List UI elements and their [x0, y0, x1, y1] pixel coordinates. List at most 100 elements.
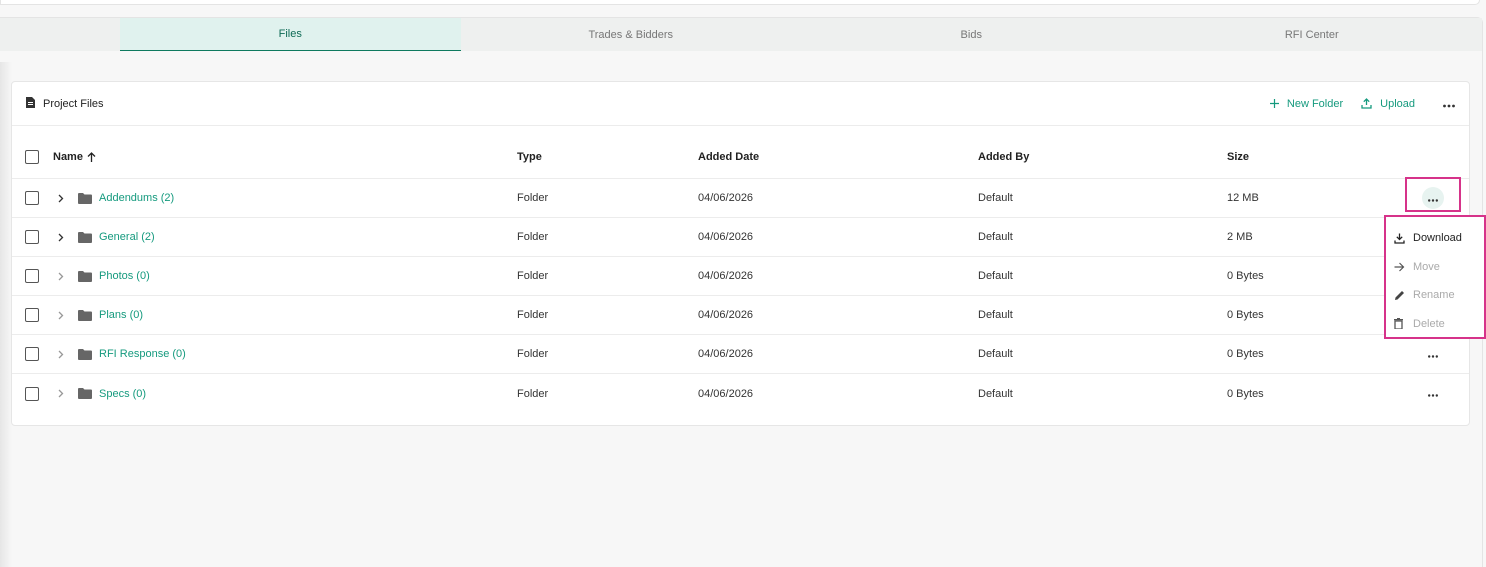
table-row[interactable]: RFI Response (0) Folder 04/06/2026 Defau…: [12, 335, 1469, 374]
folder-icon: [78, 388, 92, 399]
folder-name-link[interactable]: Addendums (2): [99, 192, 174, 204]
more-horizontal-icon: [1428, 384, 1438, 402]
tab-bar: Files Trades & Bidders Bids RFI Center: [0, 18, 1482, 51]
column-header-size[interactable]: Size: [1227, 136, 1249, 178]
card-title: Project Files: [26, 96, 104, 111]
type-cell: Folder: [517, 192, 549, 204]
row-checkbox[interactable]: [25, 308, 39, 322]
added-by-cell: Default: [978, 348, 1013, 360]
table-header: Name Type Added Date Added By Size: [12, 136, 1469, 179]
menu-item-rename[interactable]: Rename: [1386, 281, 1484, 310]
row-checkbox[interactable]: [25, 230, 39, 244]
column-header-name[interactable]: Name: [53, 136, 96, 178]
sort-ascending-icon: [87, 152, 96, 162]
added-by-cell: Default: [978, 309, 1013, 321]
plus-icon: [1269, 99, 1279, 108]
menu-item-label: Download: [1413, 232, 1462, 245]
added-by-cell: Default: [978, 231, 1013, 243]
chevron-right-icon[interactable]: [58, 233, 68, 242]
added-by-cell: Default: [978, 192, 1013, 204]
top-bar-edge: [0, 0, 1480, 5]
folder-icon: [78, 192, 92, 204]
new-folder-label: New Folder: [1286, 97, 1344, 110]
document-icon: [26, 96, 43, 111]
card-title-text: Project Files: [43, 97, 104, 110]
row-context-menu: Download Move Rename Delete: [1384, 215, 1486, 339]
row-checkbox[interactable]: [25, 347, 39, 361]
menu-item-move[interactable]: Move: [1386, 253, 1484, 282]
tab-files[interactable]: Files: [120, 18, 461, 51]
more-horizontal-icon: [1428, 345, 1438, 363]
select-all-checkbox[interactable]: [25, 150, 39, 164]
menu-item-label: Delete: [1413, 317, 1445, 330]
new-folder-button[interactable]: New Folder: [1269, 97, 1344, 110]
column-header-added-date[interactable]: Added Date: [698, 136, 759, 178]
added-date-cell: 04/06/2026: [698, 348, 754, 360]
size-cell: 0 Bytes: [1227, 270, 1264, 282]
chevron-right-icon[interactable]: [58, 350, 68, 359]
row-checkbox[interactable]: [25, 269, 39, 283]
tab-rfi-center[interactable]: RFI Center: [1142, 18, 1483, 51]
added-date-cell: 04/06/2026: [698, 270, 754, 282]
size-cell: 0 Bytes: [1227, 348, 1264, 360]
card-more-options-button[interactable]: [1443, 95, 1455, 113]
added-by-cell: Default: [978, 387, 1013, 400]
select-all-cell: [25, 136, 39, 178]
added-date-cell: 04/06/2026: [698, 231, 754, 243]
added-by-cell: Default: [978, 270, 1013, 282]
folder-name-link[interactable]: General (2): [99, 231, 155, 243]
column-name-label: Name: [53, 151, 83, 163]
project-files-card: Project Files New Folder Upload Name Typ…: [11, 81, 1470, 426]
upload-button[interactable]: Upload: [1361, 98, 1415, 110]
menu-item-label: Rename: [1413, 289, 1455, 302]
table-row[interactable]: General (2) Folder 04/06/2026 Default 2 …: [12, 218, 1469, 257]
type-cell: Folder: [517, 309, 549, 321]
size-cell: 0 Bytes: [1227, 387, 1264, 400]
size-cell: 0 Bytes: [1227, 309, 1264, 321]
folder-name-link[interactable]: Plans (0): [99, 309, 143, 321]
chevron-right-icon[interactable]: [58, 272, 68, 281]
folder-icon: [78, 348, 92, 360]
row-checkbox[interactable]: [25, 386, 39, 401]
menu-item-download[interactable]: Download: [1386, 224, 1484, 253]
download-icon: [1394, 233, 1407, 244]
table-row[interactable]: Specs (0) Folder 04/06/2026 Default 0 By…: [12, 374, 1469, 413]
type-cell: Folder: [517, 348, 549, 360]
highlight-annotation: [1405, 177, 1461, 212]
row-more-options-button[interactable]: [1422, 382, 1444, 404]
folder-name-link[interactable]: Photos (0): [99, 270, 150, 282]
folder-name-link[interactable]: Specs (0): [99, 388, 146, 400]
column-header-type[interactable]: Type: [517, 136, 542, 178]
trash-icon: [1394, 318, 1407, 330]
table-row[interactable]: Addendums (2) Folder 04/06/2026 Default …: [12, 179, 1469, 218]
chevron-right-icon[interactable]: [58, 389, 68, 398]
table-row[interactable]: Plans (0) Folder 04/06/2026 Default 0 By…: [12, 296, 1469, 335]
row-checkbox[interactable]: [25, 191, 39, 205]
more-horizontal-icon: [1443, 95, 1455, 113]
card-actions: New Folder Upload: [1252, 95, 1455, 113]
added-date-cell: 04/06/2026: [698, 309, 754, 321]
folder-icon: [78, 309, 92, 321]
added-date-cell: 04/06/2026: [698, 387, 754, 400]
type-cell: Folder: [517, 231, 549, 243]
folder-icon: [78, 231, 92, 243]
menu-item-label: Move: [1413, 260, 1440, 273]
menu-item-delete[interactable]: Delete: [1386, 310, 1484, 339]
table-row[interactable]: Photos (0) Folder 04/06/2026 Default 0 B…: [12, 257, 1469, 296]
chevron-right-icon[interactable]: [58, 194, 68, 203]
tab-bids[interactable]: Bids: [801, 18, 1142, 51]
upload-icon: [1361, 98, 1372, 109]
folder-name-link[interactable]: RFI Response (0): [99, 348, 186, 360]
chevron-right-icon[interactable]: [58, 311, 68, 320]
row-more-options-button[interactable]: [1422, 343, 1444, 365]
size-cell: 12 MB: [1227, 192, 1259, 204]
folder-icon: [78, 270, 92, 282]
tab-trades-bidders[interactable]: Trades & Bidders: [461, 18, 802, 51]
type-cell: Folder: [517, 270, 549, 282]
upload-label: Upload: [1380, 97, 1415, 110]
column-header-added-by[interactable]: Added By: [978, 136, 1029, 178]
added-date-cell: 04/06/2026: [698, 192, 754, 204]
pencil-icon: [1394, 290, 1407, 301]
size-cell: 2 MB: [1227, 231, 1253, 243]
type-cell: Folder: [517, 387, 549, 400]
